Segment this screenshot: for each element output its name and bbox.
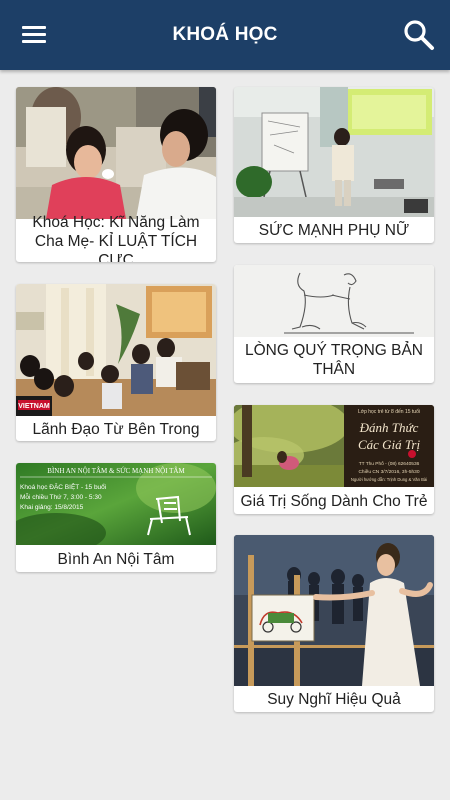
search-icon [404,20,434,50]
thumbnail-heading: Đánh Thức [359,420,419,435]
search-button[interactable] [402,18,436,52]
course-title: Lãnh Đạo Từ Bên Trong [32,420,200,438]
course-thumbnail-self-esteem [234,265,434,337]
thumbnail-heading: BÌNH AN NỘI TÂM & SỨC MẠNH NỘI TÂM [47,467,185,475]
app-bar: KHOÁ HỌC [0,0,450,70]
course-title: Giá Trị Sống Dành Cho Trẻ [240,492,428,510]
course-title: SỨC MẠNH PHỤ NỮ [258,221,410,239]
course-title: LÒNG QUÝ TRỌNG BẢN THÂN [245,342,423,378]
course-thumbnail-women-power [234,87,434,217]
course-card-parenting[interactable]: Khoá Học: Kĩ Năng Làm Cha Mẹ- KỈ LUẬT TÍ… [16,87,216,262]
course-title: Khoá Học: Kĩ Năng Làm Cha Mẹ- KỈ LUẬT TÍ… [32,213,200,263]
thumbnail-badge: VIETNAM [18,403,50,410]
course-title: Bình An Nội Tâm [57,550,175,568]
thumbnail-line: TT Thu Phố - (08) 62640536 [359,461,420,467]
thumbnail-line: Chiều CN 3/7/2016, 3h-5h30 [358,469,419,475]
course-card-inner-peace[interactable]: BÌNH AN NỘI TÂM & SỨC MẠNH NỘI TÂM Khoá … [16,463,216,572]
thumbnail-line: Khoá học ĐẶC BIỆT - 15 buổi [20,482,106,491]
course-card-effective-thinking[interactable]: Suy Nghĩ Hiệu Quả [234,535,434,712]
course-thumbnail-parenting [16,87,216,219]
course-thumbnail-effective-thinking [234,535,434,686]
thumbnail-heading: Các Giá Trị [358,437,421,452]
course-thumbnail-values-for-kids: Lớp học trẻ từ 8 đến 15 tuổi Đánh Thức C… [234,405,434,487]
page-title: KHOÁ HỌC [172,24,278,45]
course-card-self-esteem[interactable]: LÒNG QUÝ TRỌNG BẢN THÂN [234,265,434,383]
course-card-women-power[interactable]: SỨC MẠNH PHỤ NỮ [234,87,434,243]
thumbnail-line: Người hướng dẫn: Trịnh Dung & Văn Bài [351,477,427,482]
course-title: Suy Nghĩ Hiệu Quả [267,690,401,708]
course-card-leadership[interactable]: VIETNAM Lãnh Đạo Từ Bên Trong [16,284,216,441]
course-card-values-for-kids[interactable]: Lớp học trẻ từ 8 đến 15 tuổi Đánh Thức C… [234,405,434,514]
thumbnail-line: Mỗi chiều Thứ 7, 3:00 - 5:30 [20,492,102,501]
course-thumbnail-leadership: VIETNAM [16,284,216,416]
thumbnail-line: Khai giảng: 15/8/2015 [20,504,84,511]
course-thumbnail-inner-peace: BÌNH AN NỘI TÂM & SỨC MẠNH NỘI TÂM Khoá … [16,463,216,545]
thumbnail-line: Lớp học trẻ từ 8 đến 15 tuổi [358,408,420,415]
